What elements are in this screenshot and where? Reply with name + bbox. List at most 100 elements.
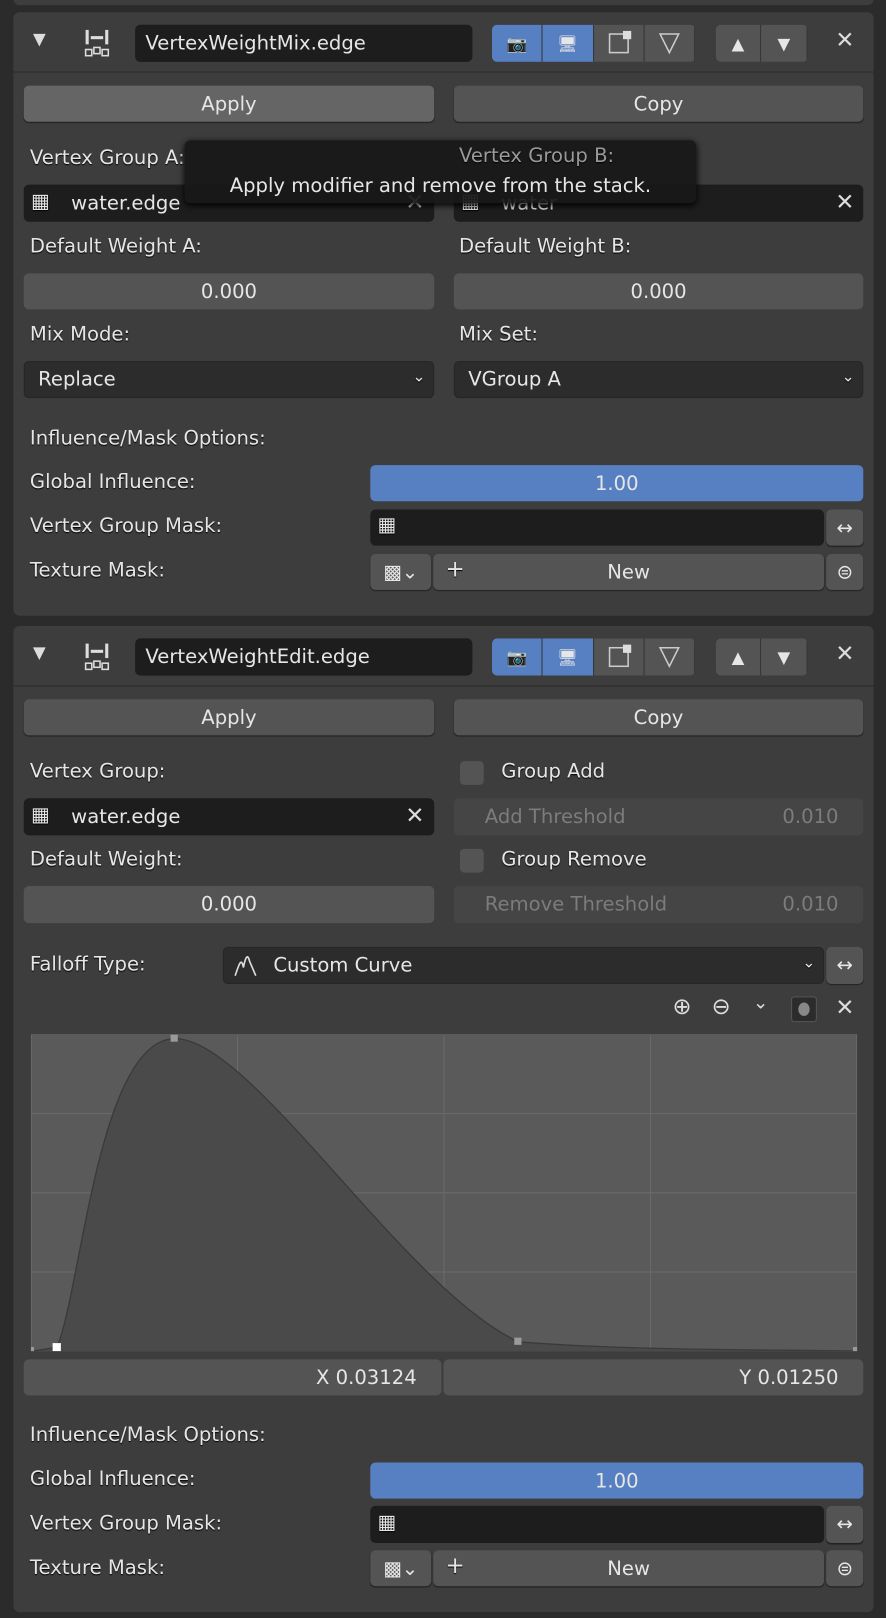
vertex-group-icon: ▦ bbox=[377, 513, 397, 537]
copy-button[interactable]: Copy bbox=[453, 699, 864, 736]
default-weight-label: Default Weight: bbox=[29, 847, 183, 871]
close-icon[interactable]: ✕ bbox=[835, 28, 854, 54]
default-weight-field[interactable]: 0.000 bbox=[23, 885, 435, 924]
visibility-toggles: 📷 🖥 bbox=[491, 24, 696, 62]
add-threshold-value: 0.010 bbox=[782, 805, 839, 829]
texture-browse-checker-icon[interactable]: ▩⌄ bbox=[370, 553, 432, 590]
remove-threshold-value: 0.010 bbox=[782, 893, 839, 916]
render-camera-icon[interactable]: 📷 bbox=[491, 638, 543, 676]
edit-mode-icon[interactable] bbox=[593, 638, 645, 676]
remove-threshold-field[interactable]: Remove Threshold 0.010 bbox=[453, 885, 864, 924]
zoom-out-icon[interactable]: ⊖ bbox=[712, 994, 731, 1020]
move-up-icon[interactable]: ▲ bbox=[715, 638, 762, 676]
influence-options-label: Influence/Mask Options: bbox=[29, 426, 266, 450]
texture-browse-checker-icon[interactable]: ▩⌄ bbox=[370, 1550, 432, 1587]
vertex-group-mask-field[interactable] bbox=[370, 509, 825, 546]
curve-y-field[interactable]: Y 0.01250 bbox=[443, 1359, 864, 1396]
chevron-down-icon: ⌄ bbox=[841, 367, 855, 386]
group-remove-label: Group Remove bbox=[501, 847, 647, 871]
move-down-icon[interactable]: ▼ bbox=[761, 638, 808, 676]
vertex-group-field[interactable]: water.edge bbox=[23, 798, 435, 836]
move-buttons: ▲ ▼ bbox=[715, 24, 808, 62]
default-weight-b-label: Default Weight B: bbox=[458, 235, 632, 258]
vertex-group-icon: ▦ bbox=[30, 803, 50, 827]
vertex-group-icon: ▦ bbox=[30, 189, 50, 213]
move-buttons: ▲ ▼ bbox=[715, 638, 808, 676]
reset-curve-close-icon[interactable]: ✕ bbox=[835, 995, 854, 1021]
curve-point[interactable] bbox=[30, 1347, 35, 1352]
close-icon[interactable]: ✕ bbox=[835, 642, 854, 668]
plus-icon: + bbox=[445, 556, 465, 583]
cage-mode-icon[interactable] bbox=[644, 24, 696, 62]
default-weight-a-field[interactable]: 0.000 bbox=[23, 273, 435, 310]
vertex-group-mask-field[interactable] bbox=[370, 1505, 825, 1543]
vertex-weight-modifier-icon bbox=[83, 27, 114, 60]
global-influence-label: Global Influence: bbox=[29, 1467, 196, 1491]
group-remove-checkbox[interactable] bbox=[460, 848, 484, 873]
invert-swap-icon[interactable]: ↔ bbox=[826, 946, 864, 984]
move-down-icon[interactable]: ▼ bbox=[761, 24, 808, 62]
mix-set-dropdown[interactable]: VGroup A bbox=[453, 360, 864, 399]
copy-button[interactable]: Copy bbox=[453, 85, 864, 122]
move-up-icon[interactable]: ▲ bbox=[715, 24, 762, 62]
collapse-triangle-icon[interactable]: ▼ bbox=[33, 643, 46, 663]
default-weight-b-field[interactable]: 0.000 bbox=[453, 273, 864, 310]
vertex-group-mask-label: Vertex Group Mask: bbox=[29, 1512, 223, 1535]
apply-button[interactable]: Apply bbox=[23, 85, 435, 122]
curve-x-field[interactable]: X 0.03124 bbox=[23, 1359, 442, 1396]
viewport-monitor-icon[interactable]: 🖥 bbox=[542, 24, 594, 62]
vertex-group-a-label: Vertex Group A: bbox=[29, 146, 185, 170]
render-camera-icon[interactable]: 📷 bbox=[491, 24, 543, 62]
toggle-switch-icon[interactable]: ⊜ bbox=[826, 1550, 864, 1587]
curve-mapping-graph[interactable] bbox=[30, 1034, 858, 1352]
chevron-down-icon: ⌄ bbox=[802, 953, 816, 972]
visibility-toggles: 📷 🖥 bbox=[491, 638, 696, 676]
influence-options-label: Influence/Mask Options: bbox=[29, 1423, 266, 1447]
curve-point[interactable] bbox=[52, 1343, 61, 1352]
edit-mode-icon[interactable] bbox=[593, 24, 645, 62]
toggle-switch-icon[interactable]: ⊜ bbox=[826, 553, 864, 590]
curve-point[interactable] bbox=[852, 1347, 858, 1352]
modifier-name-input[interactable]: VertexWeightEdit.edge bbox=[135, 638, 473, 676]
previous-panel bbox=[13, 0, 874, 6]
clear-icon[interactable]: ✕ bbox=[835, 190, 854, 216]
default-weight-a-label: Default Weight A: bbox=[29, 235, 202, 258]
texture-mask-label: Texture Mask: bbox=[29, 1556, 165, 1580]
mix-mode-dropdown[interactable]: Replace bbox=[23, 360, 435, 399]
modifier-name-input[interactable]: VertexWeightMix.edge bbox=[135, 24, 473, 62]
invert-swap-icon[interactable]: ↔ bbox=[826, 509, 864, 546]
group-add-label: Group Add bbox=[501, 760, 606, 783]
viewport-monitor-icon[interactable]: 🖥 bbox=[542, 638, 594, 676]
clear-icon[interactable]: ✕ bbox=[405, 803, 424, 829]
chevron-down-icon: ⌄ bbox=[412, 367, 426, 386]
curve-point[interactable] bbox=[514, 1337, 522, 1345]
global-influence-label: Global Influence: bbox=[29, 470, 196, 494]
curve-tools-dot-icon[interactable] bbox=[791, 996, 817, 1023]
add-threshold-field[interactable]: Add Threshold 0.010 bbox=[453, 798, 864, 836]
add-threshold-label: Add Threshold bbox=[484, 805, 626, 829]
chevron-down-icon[interactable]: ⌄ bbox=[753, 992, 769, 1014]
new-texture-button[interactable]: New bbox=[433, 1550, 825, 1587]
global-influence-slider[interactable]: 1.00 bbox=[370, 1462, 864, 1499]
new-texture-button[interactable]: New bbox=[433, 553, 825, 590]
mix-set-label: Mix Set: bbox=[458, 322, 538, 346]
vertex-group-icon: ▦ bbox=[377, 1511, 397, 1534]
vertex-group-label: Vertex Group: bbox=[29, 760, 166, 783]
global-influence-slider[interactable]: 1.00 bbox=[370, 465, 864, 502]
collapse-triangle-icon[interactable]: ▼ bbox=[33, 29, 46, 49]
invert-swap-icon[interactable]: ↔ bbox=[826, 1505, 864, 1543]
zoom-in-icon[interactable]: ⊕ bbox=[672, 994, 691, 1020]
tooltip: Apply modifier and remove from the stack… bbox=[184, 140, 697, 204]
vertex-group-b-label: Vertex Group B: bbox=[458, 144, 615, 168]
plus-icon: + bbox=[445, 1553, 465, 1580]
vertex-group-mask-label: Vertex Group Mask: bbox=[29, 514, 223, 538]
texture-mask-label: Texture Mask: bbox=[29, 559, 165, 582]
falloff-type-label: Falloff Type: bbox=[29, 953, 146, 976]
curve-point[interactable] bbox=[170, 1034, 178, 1042]
group-add-checkbox[interactable] bbox=[460, 761, 484, 785]
mix-mode-label: Mix Mode: bbox=[29, 322, 131, 346]
falloff-type-dropdown[interactable]: Custom Curve bbox=[222, 946, 825, 984]
cage-mode-icon[interactable] bbox=[644, 638, 696, 676]
apply-button[interactable]: Apply bbox=[23, 699, 435, 736]
vertex-weight-modifier-icon bbox=[83, 640, 114, 673]
